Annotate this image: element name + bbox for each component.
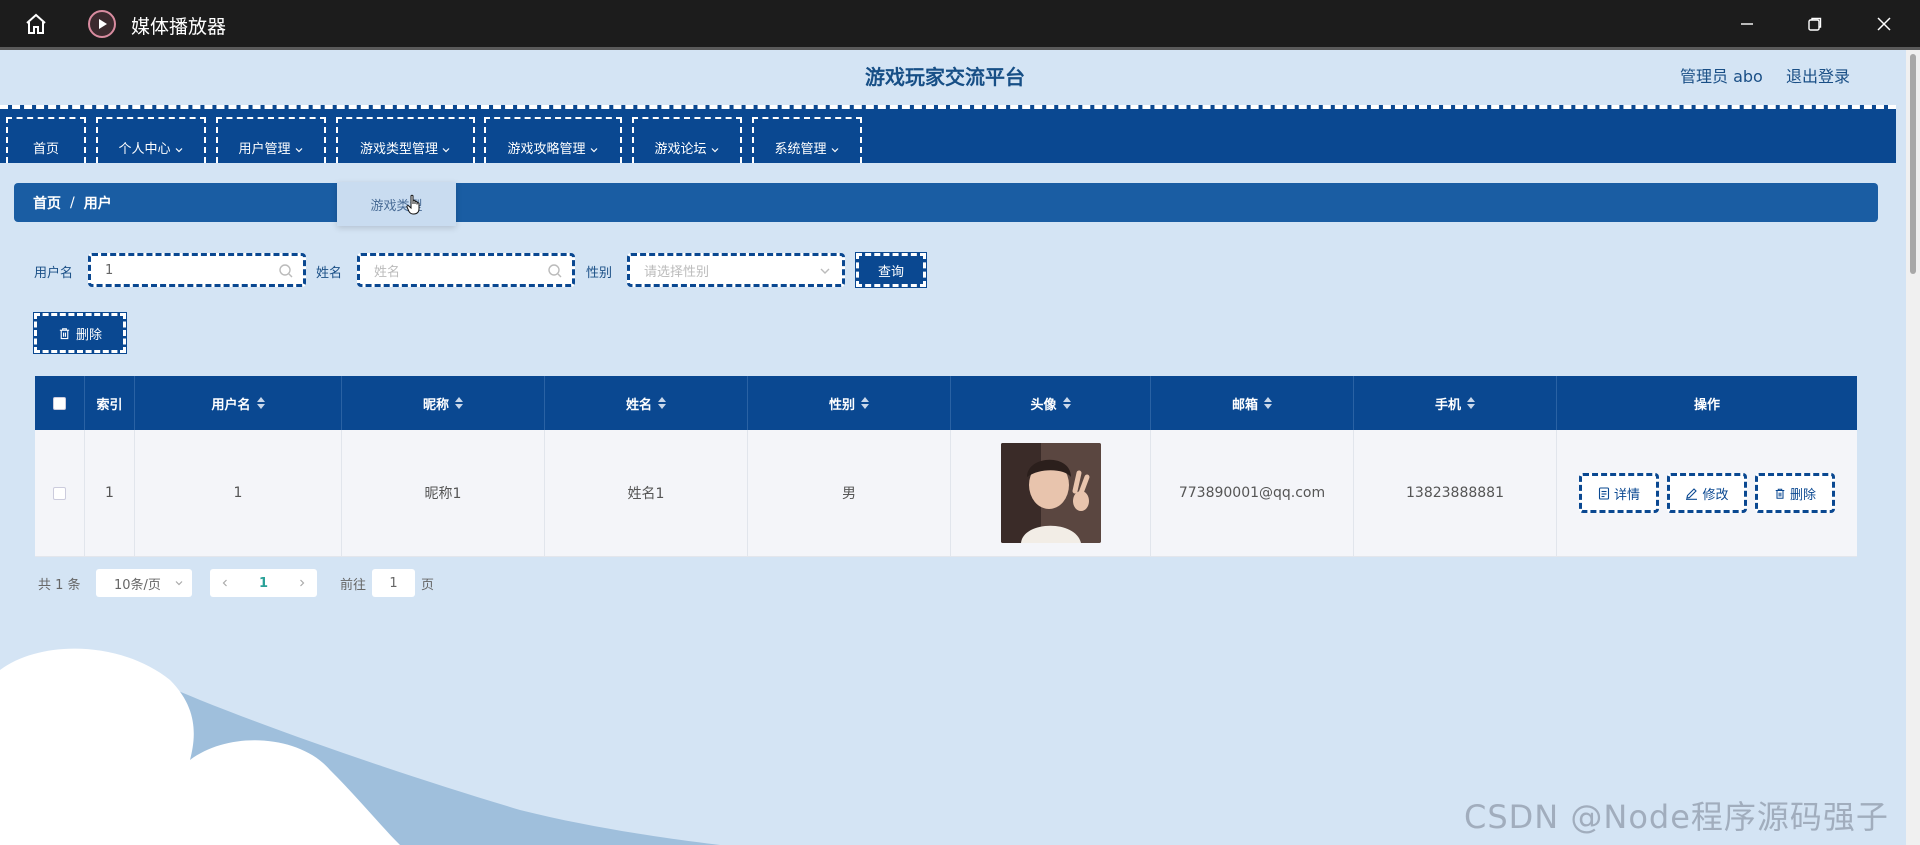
col-nickname[interactable]: 昵称	[342, 376, 545, 430]
goto-label: 前往	[340, 577, 367, 593]
chevron-right-icon[interactable]	[297, 578, 307, 588]
minimize-icon[interactable]	[1733, 10, 1761, 38]
username-label: 用户名	[34, 266, 74, 281]
chevron-down-icon	[442, 148, 450, 153]
nav-item-forum[interactable]: 游戏论坛	[632, 117, 742, 163]
trash-icon	[1775, 488, 1785, 499]
query-button[interactable]: 查询	[855, 252, 927, 288]
cell-nickname: 昵称1	[342, 430, 545, 556]
col-name[interactable]: 姓名	[545, 376, 748, 430]
table-header: 索引 用户名 昵称 姓名 性别 头像 邮箱 手机 操作	[35, 376, 1857, 430]
page-suffix: 页	[421, 577, 435, 593]
nav-item-system[interactable]: 系统管理	[752, 117, 862, 163]
cell-avatar	[951, 430, 1151, 556]
logout-link[interactable]: 退出登录	[1786, 63, 1850, 87]
cell-email: 773890001@qq.com	[1151, 430, 1354, 556]
nav-item-personal[interactable]: 个人中心	[96, 117, 206, 163]
site-header: 游戏玩家交流平台 管理员 abo 退出登录	[0, 50, 1906, 105]
user-table: 索引 用户名 昵称 姓名 性别 头像 邮箱 手机 操作 1 1 昵称1 姓名1 …	[35, 376, 1857, 557]
chevron-down-icon	[175, 581, 183, 586]
name-label: 姓名	[316, 266, 343, 281]
col-ops: 操作	[1693, 397, 1720, 413]
document-icon	[1598, 486, 1610, 500]
cell-username: 1	[135, 430, 342, 556]
sort-icon	[256, 397, 265, 409]
sort-icon	[1467, 397, 1475, 409]
col-username[interactable]: 用户名	[135, 376, 342, 430]
row-checkbox[interactable]	[53, 486, 66, 500]
col-gender[interactable]: 性别	[748, 376, 951, 430]
gender-select[interactable]: 请选择性别	[627, 253, 845, 287]
chevron-down-icon	[711, 148, 718, 153]
sort-icon	[1062, 397, 1071, 409]
nav-item-home[interactable]: 首页	[6, 117, 86, 163]
nav-item-game-type[interactable]: 游戏类型管理	[336, 117, 475, 163]
chevron-down-icon	[175, 148, 182, 153]
cloud-decoration	[0, 648, 720, 845]
select-all-checkbox[interactable]	[53, 396, 66, 410]
row-delete-button[interactable]: 删除	[1755, 473, 1835, 513]
sort-icon	[1264, 397, 1272, 409]
chevron-down-icon	[820, 268, 830, 274]
search-icon	[279, 264, 293, 278]
name-input[interactable]: 姓名	[357, 253, 575, 287]
nav-item-user-mgmt[interactable]: 用户管理	[216, 117, 326, 163]
hand-cursor-icon	[406, 194, 420, 215]
breadcrumb-home[interactable]: 首页	[33, 193, 61, 213]
trash-icon	[59, 327, 70, 339]
select-all-cell	[35, 376, 85, 430]
chevron-down-icon	[590, 148, 597, 153]
row-select-cell	[35, 430, 85, 556]
nav-dropdown-menu: 游戏类型	[337, 182, 456, 226]
username-input[interactable]: 1	[88, 253, 306, 287]
col-index: 索引	[85, 376, 135, 430]
avatar[interactable]	[1000, 443, 1101, 543]
cell-phone: 13823888881	[1354, 430, 1557, 556]
window-title: 媒体播放器	[131, 16, 227, 38]
cell-name: 姓名1	[545, 430, 748, 556]
media-player-icon	[88, 10, 116, 38]
chevron-down-icon	[295, 148, 302, 153]
home-icon[interactable]	[22, 10, 50, 38]
admin-label: 管理员 abo	[1680, 67, 1763, 86]
page-navigator: 1	[210, 569, 317, 597]
edit-icon	[1686, 487, 1698, 500]
goto-page-input[interactable]: 1	[372, 569, 415, 597]
col-email[interactable]: 邮箱	[1151, 376, 1354, 430]
restore-icon[interactable]	[1801, 10, 1829, 38]
main-nav: 首页 个人中心 用户管理 游戏类型管理 游戏攻略管理 游戏论坛 系统管理	[0, 105, 1896, 163]
avatar-photo-icon	[1000, 443, 1101, 543]
edit-button[interactable]: 修改	[1667, 473, 1747, 513]
breadcrumb-current: 用户	[83, 195, 112, 212]
search-icon	[548, 264, 562, 278]
cell-index: 1	[85, 430, 135, 556]
pagination-total: 共 1 条	[38, 577, 81, 593]
col-phone[interactable]: 手机	[1354, 376, 1557, 430]
breadcrumb: 首页 / 用户	[14, 183, 1878, 222]
breadcrumb-separator: /	[70, 194, 75, 211]
sort-icon	[861, 397, 869, 409]
chevron-down-icon	[831, 148, 838, 153]
cell-gender: 男	[748, 430, 951, 556]
gender-label: 性别	[586, 266, 613, 281]
delete-button[interactable]: 删除	[33, 312, 127, 354]
detail-button[interactable]: 详情	[1579, 473, 1659, 513]
vertical-scrollbar[interactable]	[1906, 50, 1920, 845]
page-size-select[interactable]: 10条/页	[96, 569, 192, 597]
window-titlebar: 媒体播放器	[0, 0, 1920, 47]
table-row: 1 1 昵称1 姓名1 男 773890001@qq.com 138238888…	[35, 430, 1857, 557]
col-avatar[interactable]: 头像	[951, 376, 1151, 430]
site-title: 游戏玩家交流平台	[865, 65, 1025, 89]
close-icon[interactable]	[1870, 10, 1898, 38]
nav-item-game-guide[interactable]: 游戏攻略管理	[484, 117, 622, 163]
sort-icon	[455, 397, 463, 409]
scrollbar-thumb[interactable]	[1910, 54, 1916, 274]
sort-icon	[658, 397, 666, 409]
watermark: CSDN @Node程序源码强子	[1464, 798, 1889, 836]
cell-ops: 详情 修改 删除	[1557, 430, 1857, 556]
